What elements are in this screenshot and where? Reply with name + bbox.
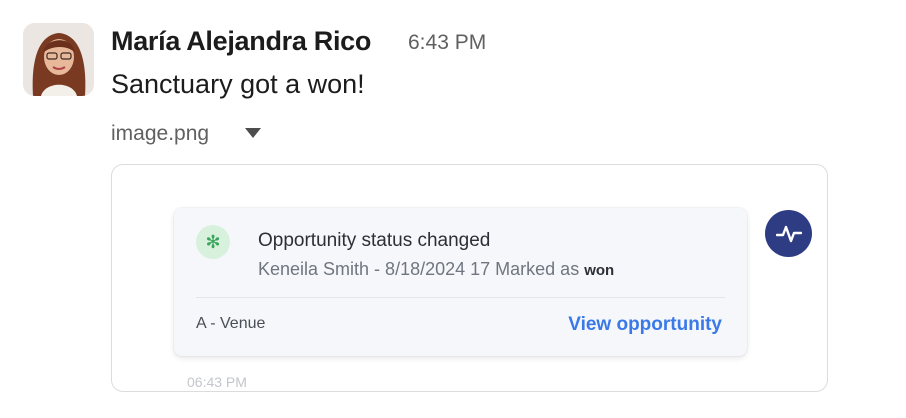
card-title: Opportunity status changed <box>258 230 491 251</box>
notification-card: ✻ Opportunity status changed Keneila Smi… <box>174 208 747 356</box>
sender-name[interactable]: María Alejandra Rico <box>111 24 371 58</box>
avatar-image <box>23 23 94 96</box>
attachment-filename[interactable]: image.png <box>111 120 209 148</box>
status-value: won <box>584 262 615 279</box>
pulse-icon <box>775 225 802 242</box>
view-opportunity-link[interactable]: View opportunity <box>568 313 722 337</box>
message-timestamp[interactable]: 6:43 PM <box>408 30 486 56</box>
card-subtitle: Keneila Smith - 8/18/2024 17 Marked as w… <box>258 258 614 282</box>
asterisk-icon: ✻ <box>196 225 230 259</box>
activity-pulse-button[interactable] <box>765 210 812 257</box>
venue-label: A - Venue <box>196 315 266 332</box>
card-subtitle-text: Keneila Smith - 8/18/2024 17 Marked as <box>258 259 580 279</box>
card-divider <box>196 297 725 298</box>
collapse-caret-icon[interactable] <box>245 128 261 138</box>
message-text: Sanctuary got a won! <box>111 69 365 99</box>
avatar[interactable] <box>23 23 94 96</box>
card-timestamp: 06:43 PM <box>187 374 247 390</box>
